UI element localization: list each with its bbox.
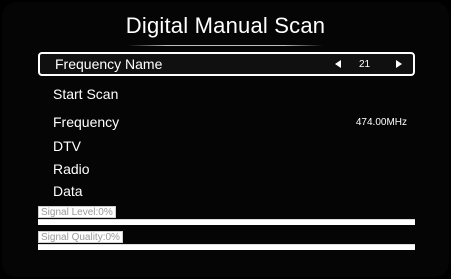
data-label: Data xyxy=(53,183,83,199)
frequency-name-selector[interactable]: 21 xyxy=(332,54,412,74)
menu-item-frequency[interactable]: Frequency 474.00MHz xyxy=(38,110,415,134)
start-scan-label: Start Scan xyxy=(53,86,119,102)
page-title: Digital Manual Scan xyxy=(125,13,326,38)
frequency-label: Frequency xyxy=(53,114,120,130)
menu-item-frequency-name[interactable]: Frequency Name 21 xyxy=(38,52,415,76)
signal-level-label: Signal Level:0% xyxy=(38,206,116,218)
frequency-value: 474.00MHz xyxy=(355,116,407,128)
signal-quality-label: Signal Quality:0% xyxy=(38,231,123,243)
menu-item-dtv[interactable]: DTV xyxy=(38,134,415,158)
menu-item-start-scan[interactable]: Start Scan xyxy=(38,82,415,106)
arrow-left-icon[interactable] xyxy=(335,60,341,68)
signal-level-bar xyxy=(38,219,415,225)
radio-label: Radio xyxy=(53,161,90,177)
frequency-name-value: 21 xyxy=(359,58,371,70)
title-underline xyxy=(128,45,323,46)
frequency-name-label: Frequency Name xyxy=(55,56,163,72)
arrow-right-icon[interactable] xyxy=(396,60,402,68)
dtv-label: DTV xyxy=(53,138,81,154)
menu-item-data[interactable]: Data xyxy=(38,179,415,203)
menu-item-radio[interactable]: Radio xyxy=(38,157,415,181)
signal-quality-bar xyxy=(38,244,415,250)
